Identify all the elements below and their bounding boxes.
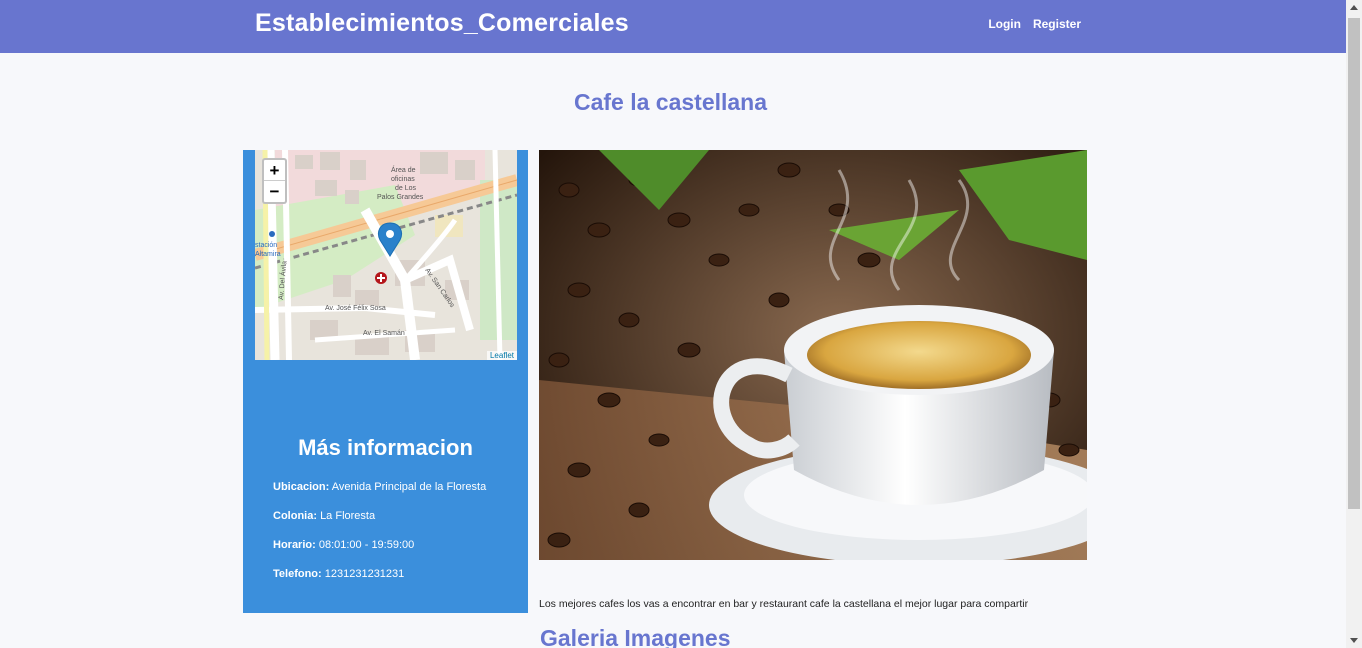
scroll-down-icon[interactable] [1350,638,1358,643]
info-list: Ubicacion: Avenida Principal de la Flore… [273,481,486,597]
brand-title[interactable]: Establecimientos_Comerciales [255,9,629,38]
info-panel: Área de oficinas de Los Palos Grandes Av… [243,150,528,613]
info-ubicacion-label: Ubicacion: [273,481,330,493]
description: Los mejores cafes los vas a encontrar en… [539,598,1029,610]
info-telefono-label: Telefono: [273,568,322,580]
svg-text:Área de: Área de [391,165,416,174]
scrollbar[interactable] [1346,0,1362,648]
info-colonia: Colonia: La Floresta [273,510,486,522]
info-telefono-value: 1231231231231 [324,568,405,580]
svg-text:stación: stación [255,242,277,249]
info-title: Más informacion [298,435,473,460]
scroll-up-icon[interactable] [1350,5,1358,10]
info-ubicacion: Ubicacion: Avenida Principal de la Flore… [273,481,486,493]
register-link[interactable]: Register [1033,17,1081,31]
svg-text:de Los: de Los [395,185,417,192]
info-horario: Horario: 08:01:00 - 19:59:00 [273,539,486,551]
svg-text:oficinas: oficinas [391,176,415,183]
page-title: Cafe la castellana [573,89,768,115]
svg-text:Altamira: Altamira [255,251,281,258]
zoom-out-button[interactable]: − [264,181,285,202]
zoom-in-button[interactable]: + [264,160,285,181]
info-colonia-label: Colonia: [273,510,317,522]
nav-links: Login Register [988,17,1081,31]
coffee-cup-image [539,150,1087,560]
navbar: Establecimientos_Comerciales Login Regis… [0,0,1346,53]
scrollbar-thumb[interactable] [1348,18,1360,509]
info-colonia-value: La Floresta [320,510,376,522]
map-attribution[interactable]: Leaflet [486,351,517,360]
info-horario-label: Horario: [273,539,316,551]
hero-image [539,150,1087,560]
login-link[interactable]: Login [988,17,1021,31]
info-telefono: Telefono: 1231231231231 [273,568,486,580]
map-tiles: Área de oficinas de Los Palos Grandes Av… [255,150,517,360]
map[interactable]: Área de oficinas de Los Palos Grandes Av… [255,150,517,360]
svg-text:Palos Grandes: Palos Grandes [377,194,424,201]
svg-text:Av. José Félix Sosa: Av. José Félix Sosa [325,305,386,312]
svg-text:Av. El Samán: Av. El Samán [363,330,405,337]
info-ubicacion-value: Avenida Principal de la Floresta [331,481,487,493]
info-horario-value: 08:01:00 - 19:59:00 [318,539,415,551]
zoom-control: + − [262,158,287,204]
gallery-title: Galeria Imagenes [540,625,731,648]
